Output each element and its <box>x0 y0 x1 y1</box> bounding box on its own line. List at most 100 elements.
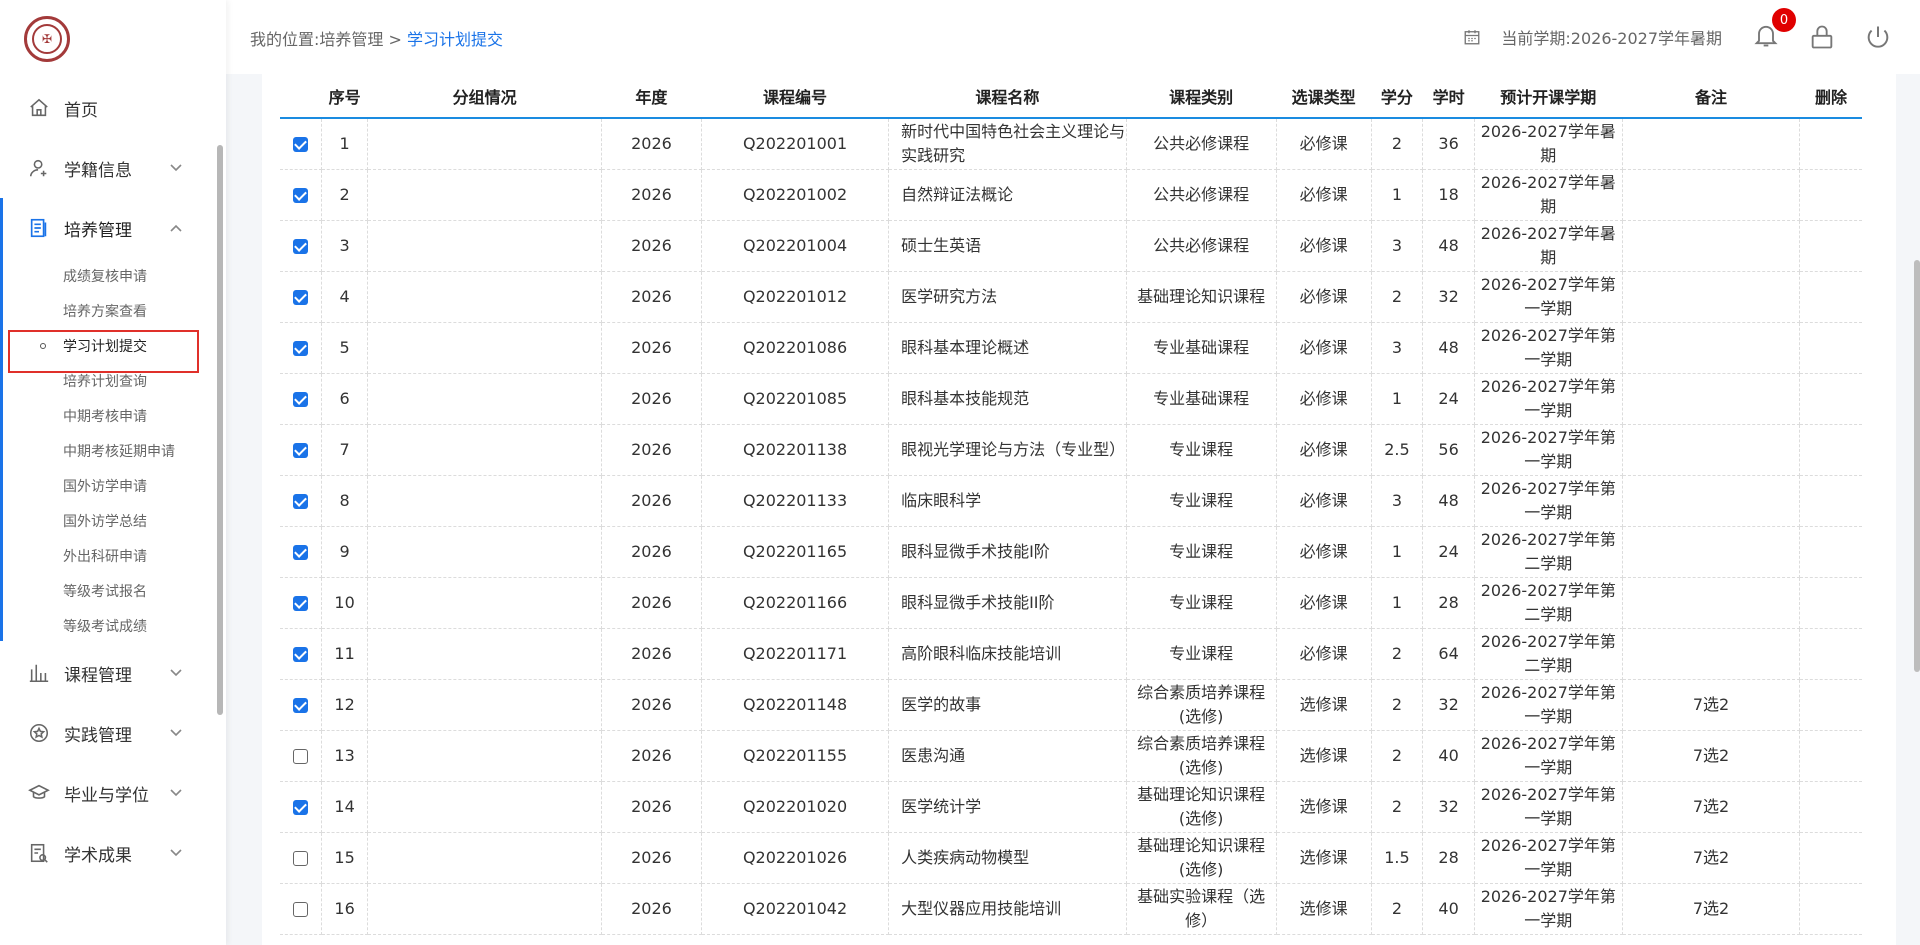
cell-code: Q202201148 <box>701 679 890 731</box>
submenu-item-midterm-delay[interactable]: 中期考核延期申请 <box>0 433 214 468</box>
row-checkbox[interactable] <box>292 697 308 713</box>
cell-delete[interactable] <box>1799 322 1862 374</box>
notification-button[interactable]: 0 <box>1752 8 1796 53</box>
cell-code: Q202201042 <box>701 883 890 935</box>
sidebar-menu: 首页 学籍信息 培养管理 成绩复核申请 培养方案查看 学习计划提交 培养计划查询… <box>0 78 214 883</box>
cell-credit: 1 <box>1371 577 1424 629</box>
row-checkbox[interactable] <box>292 187 308 203</box>
chevron-down-icon <box>170 849 182 857</box>
cell-delete[interactable] <box>1799 883 1862 935</box>
cell-no: 4 <box>321 271 369 323</box>
cell-group <box>367 577 602 629</box>
cell-delete[interactable] <box>1799 271 1862 323</box>
submenu-item-exam-register[interactable]: 等级考试报名 <box>0 573 214 608</box>
row-checkbox[interactable] <box>292 238 308 254</box>
submenu-item-midterm-apply[interactable]: 中期考核申请 <box>0 398 214 433</box>
row-checkbox[interactable] <box>292 442 308 458</box>
cell-delete[interactable] <box>1799 730 1862 782</box>
cell-term: 2026-2027学年第一学期 <box>1474 373 1623 425</box>
cell-delete[interactable] <box>1799 424 1862 476</box>
cell-delete[interactable] <box>1799 577 1862 629</box>
cell-code: Q202201165 <box>701 526 890 578</box>
row-select-cell <box>280 832 322 884</box>
sidebar-item-label: 毕业与学位 <box>64 785 149 806</box>
cell-delete[interactable] <box>1799 373 1862 425</box>
table-row: 5 2026 Q202201086 眼科基本理论概述 专业基础课程 必修课 3 48 2026-… <box>280 322 1862 374</box>
cell-delete[interactable] <box>1799 475 1862 527</box>
submenu-item-study-plan-submit[interactable]: 学习计划提交 <box>0 328 214 363</box>
sidebar-item-course[interactable]: 课程管理 <box>0 643 214 703</box>
breadcrumb-current[interactable]: 学习计划提交 <box>407 30 503 49</box>
row-checkbox[interactable] <box>292 391 308 407</box>
sidebar-item-student-status[interactable]: 学籍信息 <box>0 138 214 198</box>
submenu-item-research-apply[interactable]: 外出科研申请 <box>0 538 214 573</box>
row-checkbox[interactable] <box>292 595 308 611</box>
cell-term: 2026-2027学年暑期 <box>1474 220 1623 272</box>
cell-name: 眼科基本理论概述 <box>888 322 1127 374</box>
row-checkbox[interactable] <box>292 136 308 152</box>
sidebar-item-graduation[interactable]: 毕业与学位 <box>0 763 214 823</box>
document-icon <box>28 217 50 239</box>
cell-delete[interactable] <box>1799 832 1862 884</box>
row-checkbox[interactable] <box>292 340 308 356</box>
submenu-item-exam-score[interactable]: 等级考试成绩 <box>0 608 214 643</box>
row-checkbox[interactable] <box>292 544 308 560</box>
cell-delete[interactable] <box>1799 220 1862 272</box>
row-checkbox[interactable] <box>292 748 308 764</box>
content-scrollbar[interactable] <box>1914 260 1920 672</box>
cell-delete[interactable] <box>1799 679 1862 731</box>
table-row: 13 2026 Q202201155 医患沟通 综合素质培养课程(选修) 选修课 2 40 20… <box>280 730 1862 782</box>
sidebar-item-practice[interactable]: 实践管理 <box>0 703 214 763</box>
cell-note <box>1622 271 1801 323</box>
cell-delete[interactable] <box>1799 628 1862 680</box>
cell-credit: 2 <box>1371 781 1424 833</box>
logout-button[interactable] <box>1864 23 1892 51</box>
cell-category: 公共必修课程 <box>1126 220 1277 272</box>
cell-hours: 24 <box>1422 526 1475 578</box>
lock-button[interactable] <box>1808 23 1836 51</box>
column-header: 选课类型 <box>1276 74 1372 119</box>
cell-delete[interactable] <box>1799 169 1862 221</box>
column-header: 序号 <box>321 74 368 119</box>
submenu-item-plan-query[interactable]: 培养计划查询 <box>0 363 214 398</box>
cell-category: 专业课程 <box>1126 628 1277 680</box>
sidebar-item-training[interactable]: 培养管理 <box>0 198 214 258</box>
sidebar-scrollbar[interactable] <box>217 145 223 715</box>
row-checkbox[interactable] <box>292 799 308 815</box>
submenu-item-abroad-summary[interactable]: 国外访学总结 <box>0 503 214 538</box>
cell-type: 选修课 <box>1276 679 1372 731</box>
row-checkbox[interactable] <box>292 493 308 509</box>
cell-delete[interactable] <box>1799 781 1862 833</box>
cell-type: 选修课 <box>1276 832 1372 884</box>
cell-hours: 32 <box>1422 679 1475 731</box>
cell-delete[interactable] <box>1799 526 1862 578</box>
submenu-item-training-plan-view[interactable]: 培养方案查看 <box>0 293 214 328</box>
cell-no: 13 <box>321 730 369 782</box>
cell-group <box>367 832 602 884</box>
row-checkbox[interactable] <box>292 289 308 305</box>
cell-name: 医学的故事 <box>888 679 1127 731</box>
row-select-cell <box>280 679 322 731</box>
submenu-item-grade-review[interactable]: 成绩复核申请 <box>0 258 214 293</box>
cell-note: 7选2 <box>1622 781 1801 833</box>
cell-category: 基础理论知识课程(选修) <box>1126 832 1277 884</box>
row-checkbox[interactable] <box>292 646 308 662</box>
cell-group <box>367 322 602 374</box>
cell-type: 必修课 <box>1276 169 1372 221</box>
bullet-icon <box>40 342 46 349</box>
cell-category: 基础理论知识课程(选修) <box>1126 781 1277 833</box>
cell-category: 专业课程 <box>1126 424 1277 476</box>
cell-type: 必修课 <box>1276 322 1372 374</box>
row-checkbox[interactable] <box>292 901 308 917</box>
sidebar-item-home[interactable]: 首页 <box>0 78 214 138</box>
submenu-item-abroad-apply[interactable]: 国外访学申请 <box>0 468 214 503</box>
cell-credit: 2 <box>1371 679 1424 731</box>
cell-type: 必修课 <box>1276 424 1372 476</box>
cell-hours: 48 <box>1422 475 1475 527</box>
cell-delete[interactable] <box>1799 118 1862 170</box>
sidebar-item-achievements[interactable]: 学术成果 <box>0 823 214 883</box>
row-checkbox[interactable] <box>292 850 308 866</box>
notification-badge: 0 <box>1772 8 1796 32</box>
cell-term: 2026-2027学年第二学期 <box>1474 577 1623 629</box>
cell-no: 10 <box>321 577 369 629</box>
